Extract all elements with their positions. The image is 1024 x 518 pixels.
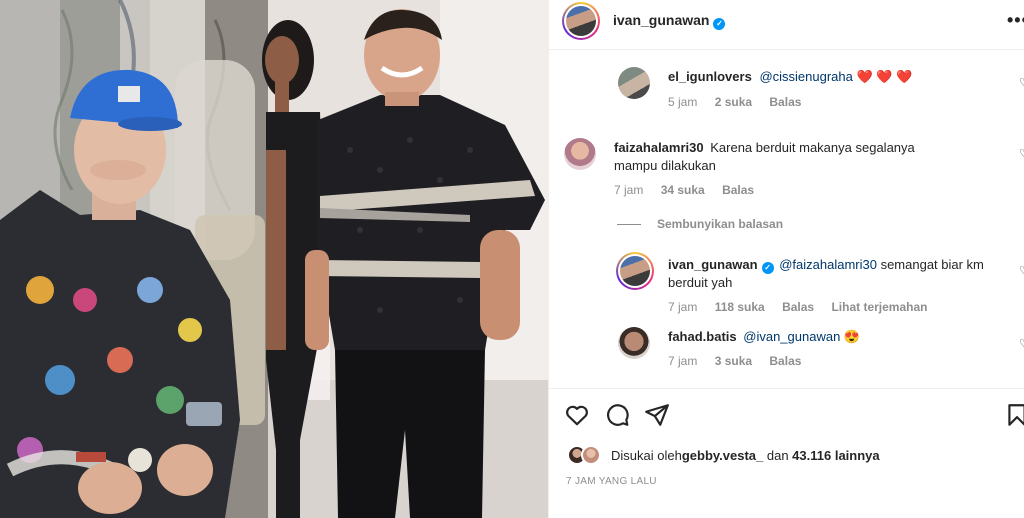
liker-avatars[interactable] [567,445,601,465]
reply-button[interactable]: Balas [782,300,814,314]
translate-button[interactable]: Lihat terjemahan [831,300,927,314]
comment-username[interactable]: el_igunlovers [668,69,752,84]
more-icon[interactable]: ••• [1007,10,1024,31]
comment-time[interactable]: 7 jam [614,183,643,197]
comment-likes[interactable]: 2 suka [715,95,752,109]
comment-time[interactable]: 7 jam [668,300,697,314]
likes-summary: Disukai oleh gebby.vesta_ dan 43.116 lai… [567,445,880,465]
comment-item: fahad.batis @ivan_gunawan 😍 7 jam 3 suka… [549,321,1024,381]
commenter-avatar[interactable] [618,327,650,359]
author-avatar[interactable] [562,2,600,40]
hide-replies-label[interactable]: Sembunyikan balasan [657,217,783,231]
likes-prefix: Disukai oleh [611,447,682,463]
comment-item: ivan_gunawan ✓ @faizahalamri30 semangat b… [549,247,1024,321]
comment-mention[interactable]: @faizahalamri30 [779,257,877,272]
commenter-avatar[interactable] [618,67,650,99]
commenter-avatar[interactable] [616,252,654,290]
comment-text: 😍 [840,329,861,344]
comments-list[interactable]: el_igunlovers @cissienugraha ❤️ ❤️ ❤️ 5 … [549,51,1024,387]
comment-likes[interactable]: 118 suka [715,300,765,314]
liker-username[interactable]: gebby.vesta_ [682,448,763,463]
share-icon[interactable] [644,402,670,428]
reply-button[interactable]: Balas [769,95,801,109]
likes-middle: dan [763,447,793,463]
post-photo [0,0,548,518]
comment-like-heart-icon[interactable]: ♡ [1019,76,1024,89]
comment-likes[interactable]: 3 suka [715,354,752,368]
post-sidebar: ivan_gunawan✓ ••• el_igunlovers @cissien… [548,0,1024,518]
post-header: ivan_gunawan ✓ ••• [549,0,1024,50]
reply-button[interactable]: Balas [769,354,801,368]
comment-username[interactable]: ivan_gunawan [668,257,758,272]
hide-replies-button[interactable]: Sembunyikan balasan [617,217,783,231]
post-actions: Disukai oleh gebby.vesta_ dan 43.116 lai… [549,388,1024,518]
comment-mention[interactable]: @cissienugraha [759,69,852,84]
comment-like-heart-icon[interactable]: ♡ [1019,337,1024,350]
comment-item: el_igunlovers @cissienugraha ❤️ ❤️ ❤️ 5 … [549,51,1024,121]
comment-likes[interactable]: 34 suka [661,183,705,197]
heart-icon[interactable] [564,402,590,428]
comment-like-heart-icon[interactable]: ♡ [1019,147,1024,160]
comment-username[interactable]: faizahalamri30 [614,140,704,155]
comment-time[interactable]: 5 jam [668,95,697,109]
bookmark-icon[interactable] [1004,402,1024,428]
comment-icon[interactable] [604,402,630,428]
comment-text: ❤️ ❤️ ❤️ [852,69,913,84]
comment-username[interactable]: fahad.batis [668,329,737,344]
commenter-avatar[interactable] [564,138,596,170]
comment-item: faizahalamri30 Karena berduit makanya se… [549,125,1024,205]
author-username-link[interactable]: ivan_gunawan ✓ [613,12,726,30]
comment-time[interactable]: 7 jam [668,354,697,368]
post-timestamp[interactable]: 7 JAM YANG LALU [566,476,657,487]
comment-mention[interactable]: @ivan_gunawan [743,329,840,344]
likes-count[interactable]: 43.116 lainnya [792,448,879,463]
author-username[interactable]: ivan_gunawan [613,12,709,28]
reply-button[interactable]: Balas [722,183,754,197]
verified-icon: ✓ [713,18,726,30]
verified-icon: ✓ [761,262,774,274]
divider [617,223,641,225]
comment-like-heart-icon[interactable]: ♡ [1019,264,1024,277]
